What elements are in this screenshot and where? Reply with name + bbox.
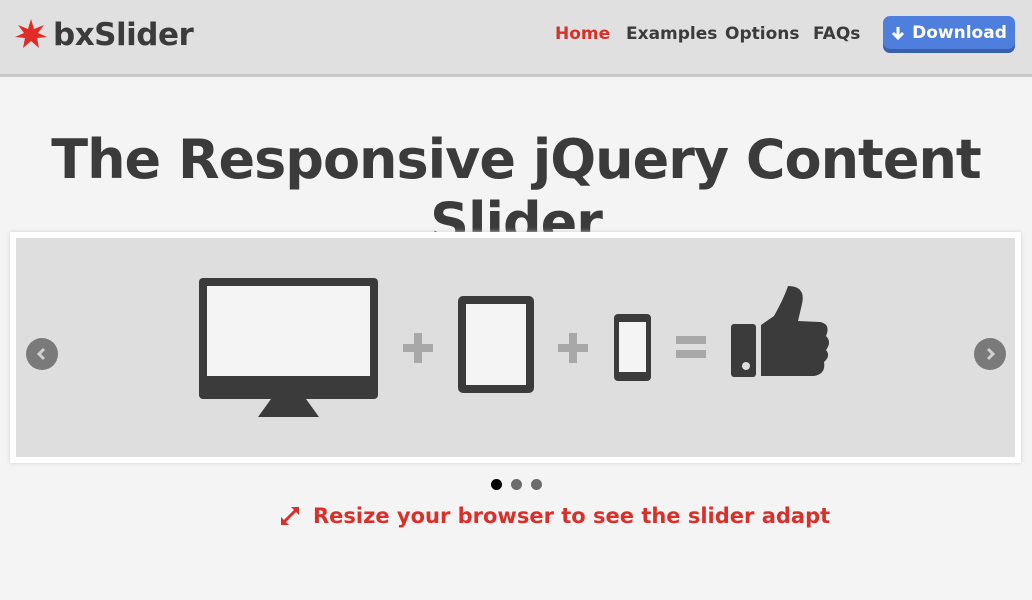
- site-header: bxSlider Home Examples Options FAQs Down…: [0, 0, 1032, 77]
- chevron-left-icon: [36, 347, 46, 361]
- pager-dot-2[interactable]: [511, 479, 522, 490]
- logo-text: bxSlider: [53, 17, 194, 53]
- plus-icon: [403, 333, 433, 363]
- plus-icon: [558, 333, 588, 363]
- chevron-right-icon: [986, 347, 996, 361]
- resize-arrows-icon: [281, 507, 299, 525]
- nav-examples[interactable]: Examples: [626, 24, 717, 44]
- phone-icon: [614, 314, 651, 381]
- nav-home[interactable]: Home: [555, 24, 610, 44]
- thumbs-up-icon: [731, 286, 829, 377]
- slider: [10, 232, 1021, 463]
- prev-slide-button[interactable]: [26, 338, 58, 370]
- slide-illustration: [199, 278, 829, 417]
- download-button[interactable]: Download: [883, 16, 1015, 49]
- nav-faqs[interactable]: FAQs: [813, 24, 860, 44]
- tablet-icon: [458, 296, 534, 393]
- tagline-text: Resize your browser to see the slider ad…: [313, 504, 831, 528]
- pager-dot-1[interactable]: [491, 479, 502, 490]
- download-label: Download: [912, 22, 1007, 43]
- next-slide-button[interactable]: [974, 338, 1006, 370]
- slide: [16, 238, 1015, 457]
- monitor-icon: [199, 278, 378, 417]
- nav-options[interactable]: Options: [725, 24, 799, 44]
- logo[interactable]: bxSlider: [14, 17, 194, 53]
- resize-tagline: Resize your browser to see the slider ad…: [280, 504, 830, 528]
- slider-pager: [491, 479, 542, 490]
- arrow-down-icon: [892, 26, 905, 40]
- pager-dot-3[interactable]: [531, 479, 542, 490]
- star-icon: [15, 19, 47, 48]
- equals-icon: [676, 336, 706, 358]
